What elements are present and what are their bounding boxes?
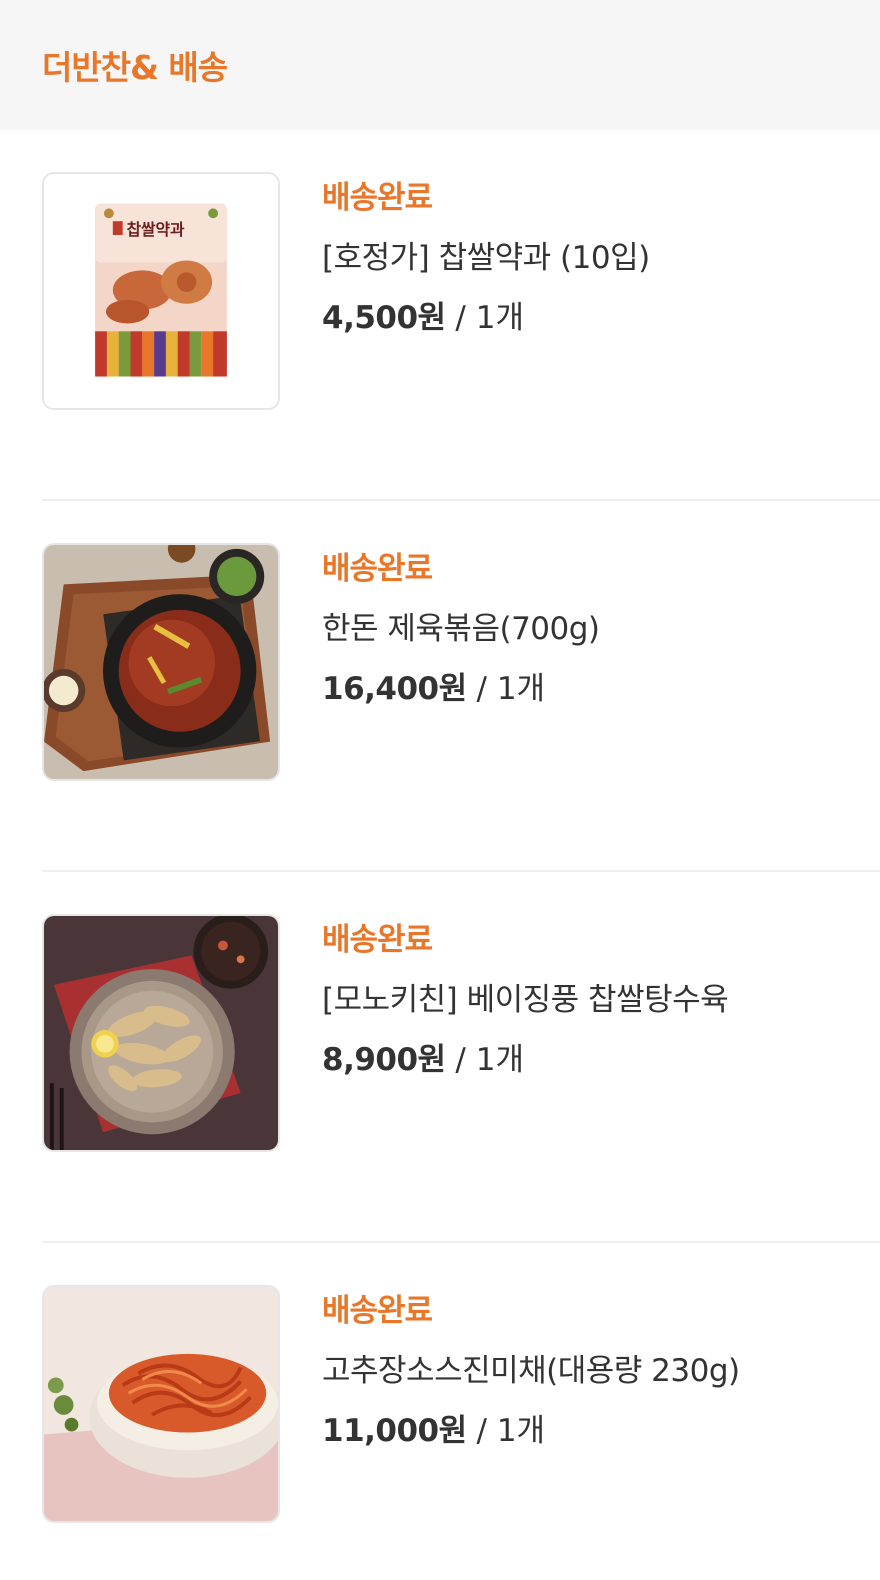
product-thumbnail-jinmichae[interactable]: [42, 1285, 280, 1523]
price-separator: /: [466, 671, 497, 707]
tangsuyuk-food-image: [44, 916, 278, 1150]
quantity: 1개: [475, 300, 524, 336]
order-info: 배송완료 고추장소스진미채(대용량 230g) 11,000원 / 1개: [322, 1285, 740, 1451]
order-info: 배송완료 [호정가] 찹쌀약과 (10입) 4,500원 / 1개: [322, 172, 650, 338]
price: 4,500원: [322, 300, 446, 336]
quantity: 1개: [496, 1413, 546, 1449]
delivery-status: 배송완료: [322, 551, 433, 587]
order-item[interactable]: 배송완료 한돈 제육볶음(700g) 16,400원 / 1개: [0, 501, 880, 870]
order-info: 배송완료 [모노키친] 베이징풍 찹쌀탕수육 8,900원 / 1개: [322, 914, 729, 1080]
product-thumbnail-yakgwa[interactable]: 찹쌀약과: [42, 172, 280, 410]
delivery-status: 배송완료: [322, 1293, 433, 1329]
price-separator: /: [445, 1042, 476, 1078]
price-separator: /: [445, 300, 476, 336]
order-item[interactable]: 찹쌀약과 배송완료 [호정가] 찹쌀약과 (10입) 4,500원 / 1개: [0, 130, 880, 499]
price-separator: /: [466, 1413, 497, 1449]
price-line: 16,400원 / 1개: [322, 669, 600, 709]
page-header: 더반찬& 배송: [0, 0, 880, 130]
product-name[interactable]: 고추장소스진미채(대용량 230g): [322, 1351, 740, 1391]
price: 8,900원: [322, 1042, 446, 1078]
price: 11,000원: [322, 1413, 467, 1449]
product-thumbnail-jeyuk[interactable]: [42, 543, 280, 781]
order-item[interactable]: 배송완료 고추장소스진미채(대용량 230g) 11,000원 / 1개: [0, 1243, 880, 1580]
quantity: 1개: [475, 1042, 524, 1078]
package-label-text: 찹쌀약과: [127, 220, 185, 239]
product-name[interactable]: 한돈 제육볶음(700g): [322, 609, 600, 649]
order-list: 찹쌀약과 배송완료 [호정가] 찹쌀약과 (10입) 4,500원 / 1개 배…: [0, 130, 880, 1580]
delivery-status: 배송완료: [322, 180, 433, 216]
price-line: 4,500원 / 1개: [322, 298, 650, 338]
jeyuk-food-image: [44, 545, 278, 779]
price-line: 11,000원 / 1개: [322, 1411, 740, 1451]
price: 16,400원: [322, 671, 467, 707]
quantity: 1개: [496, 671, 546, 707]
jinmichae-food-image: [44, 1287, 278, 1521]
page-title: 더반찬& 배송: [42, 48, 228, 87]
order-item[interactable]: 배송완료 [모노키친] 베이징풍 찹쌀탕수육 8,900원 / 1개: [0, 872, 880, 1241]
order-info: 배송완료 한돈 제육볶음(700g) 16,400원 / 1개: [322, 543, 600, 709]
delivery-status: 배송완료: [322, 922, 433, 958]
price-line: 8,900원 / 1개: [322, 1040, 728, 1080]
product-name[interactable]: [모노키친] 베이징풍 찹쌀탕수육: [322, 980, 729, 1020]
product-thumbnail-tangsuyuk[interactable]: [42, 914, 280, 1152]
yakgwa-package-image: 찹쌀약과: [44, 174, 278, 408]
product-name[interactable]: [호정가] 찹쌀약과 (10입): [322, 238, 650, 278]
